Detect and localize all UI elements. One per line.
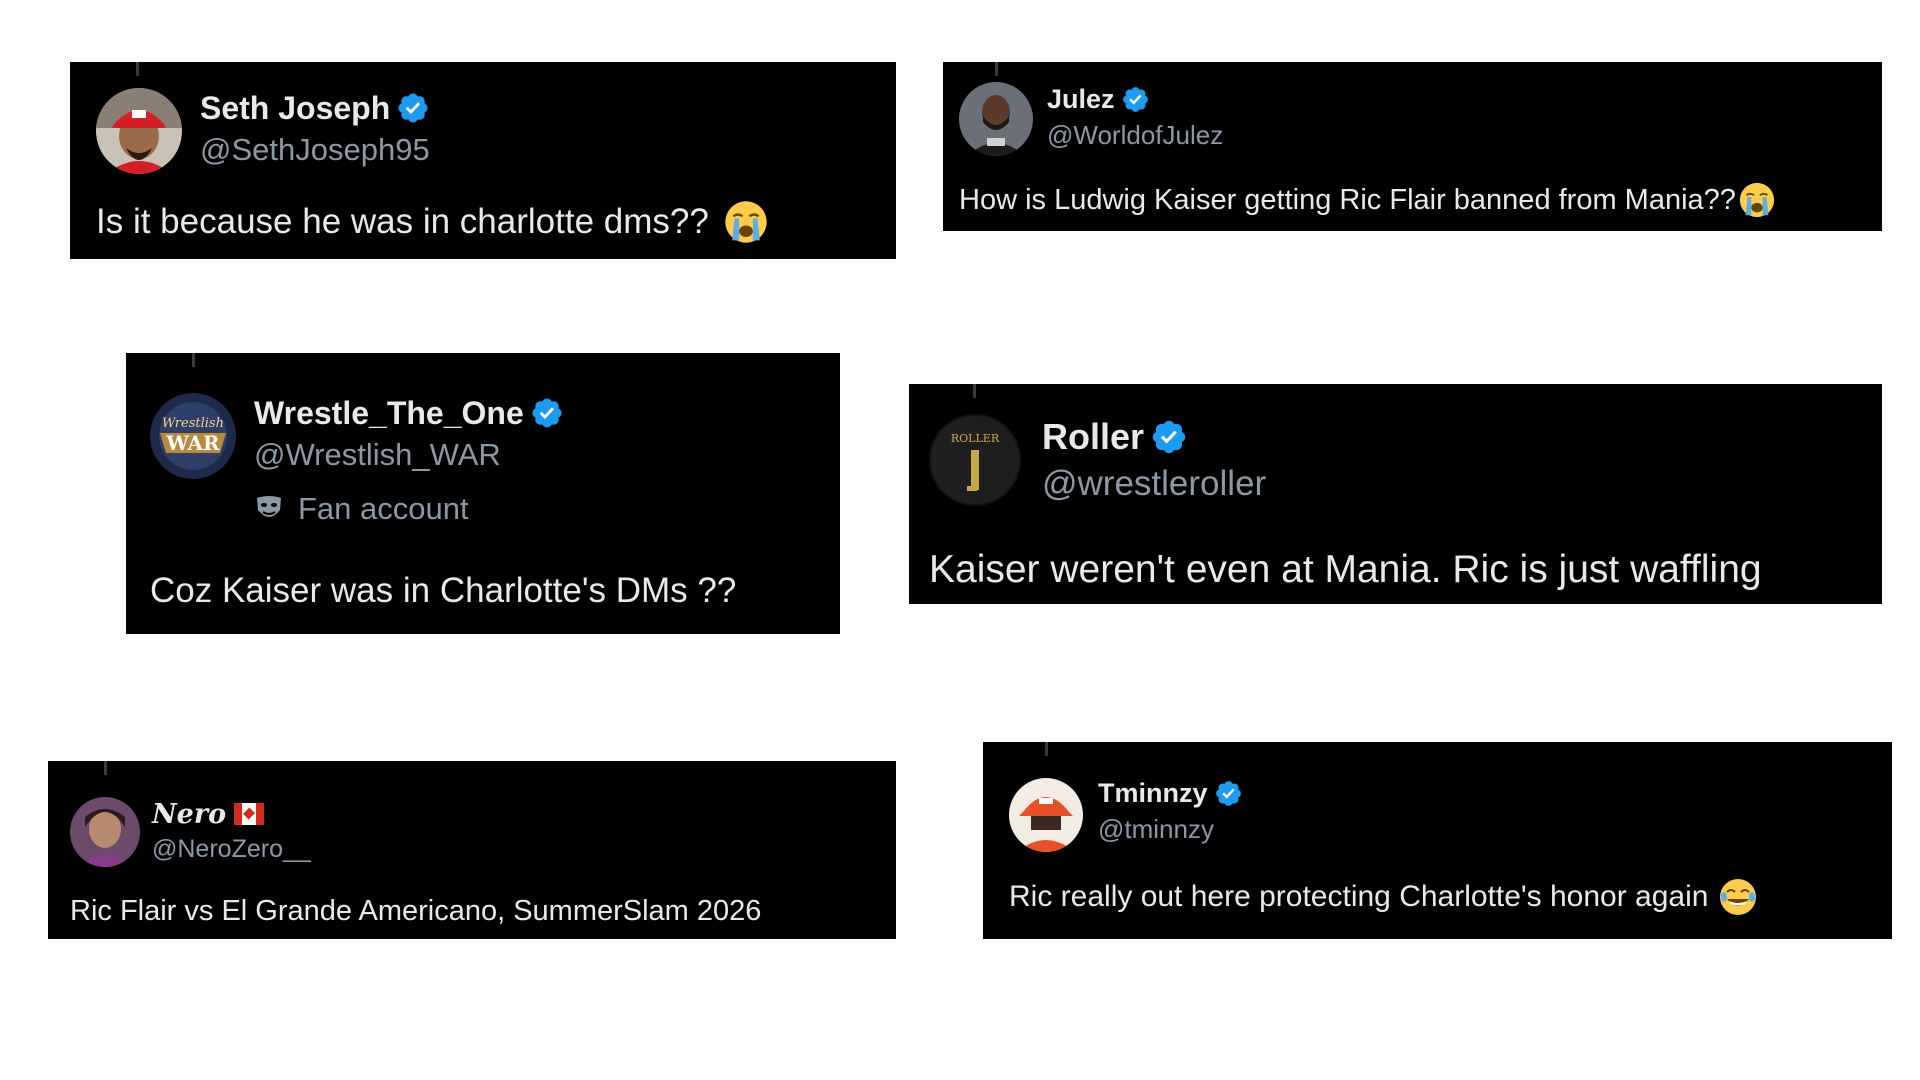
verified-badge-icon	[530, 396, 564, 430]
handle[interactable]: @NeroZero__	[152, 835, 311, 864]
thread-line	[973, 384, 976, 398]
tweet-text: How is Ludwig Kaiser getting Ric Flair b…	[959, 180, 1776, 220]
display-name[interactable]: Roller	[1042, 416, 1144, 458]
name-row: Wrestle_The_One	[254, 393, 564, 433]
tweet-card-tminnzy[interactable]: Tminnzy @tminnzy Ric really out here pro…	[983, 742, 1892, 939]
handle[interactable]: @WorldofJulez	[1047, 120, 1223, 151]
tweet-card-julez[interactable]: Julez @WorldofJulez How is Ludwig Kaiser…	[943, 62, 1882, 231]
tweet-body: Coz Kaiser was in Charlotte's DMs ??	[150, 571, 737, 610]
tweet-text: Kaiser weren't even at Mania. Ric is jus…	[929, 544, 1762, 596]
anime-character-avatar-icon	[70, 797, 140, 867]
avatar-seth-joseph[interactable]	[96, 88, 182, 174]
bearded-man-avatar-icon	[959, 82, 1033, 156]
avatar-nero[interactable]	[70, 797, 140, 867]
handle[interactable]: @wrestleroller	[1042, 464, 1266, 504]
name-row: Roller	[1042, 414, 1188, 460]
roller-logo-icon: ROLLER	[929, 414, 1021, 506]
verified-badge-icon	[396, 91, 430, 125]
orange-cap-avatar-icon	[1009, 778, 1083, 852]
svg-text:ROLLER: ROLLER	[951, 432, 1000, 445]
display-name[interactable]: Nero	[152, 799, 226, 830]
tweet-text: Ric really out here protecting Charlotte…	[1009, 876, 1758, 918]
avatar-roller[interactable]: ROLLER	[929, 414, 1021, 506]
display-name[interactable]: Wrestle_The_One	[254, 395, 524, 432]
svg-text:WAR: WAR	[165, 431, 220, 455]
thread-line	[136, 62, 139, 76]
verified-badge-icon	[1121, 85, 1150, 114]
red-cap-man-avatar-icon	[96, 88, 182, 174]
verified-badge-icon	[1214, 779, 1243, 808]
handle[interactable]: @Wrestlish_WAR	[254, 437, 501, 473]
thread-line	[995, 62, 998, 76]
svg-text:Wrestlish: Wrestlish	[162, 416, 224, 431]
display-name[interactable]: Julez	[1047, 84, 1115, 115]
canada-flag-icon	[234, 803, 265, 825]
tweet-body: Kaiser weren't even at Mania. Ric is jus…	[929, 548, 1762, 591]
handle[interactable]: @SethJoseph95	[200, 132, 430, 168]
name-row: Julez	[1047, 82, 1150, 116]
avatar-julez[interactable]	[959, 82, 1033, 156]
avatar-tminnzy[interactable]	[1009, 778, 1083, 852]
tweet-text: Coz Kaiser was in Charlotte's DMs ??	[150, 567, 736, 615]
display-name[interactable]: Tminnzy	[1098, 778, 1208, 809]
name-row: Nero	[152, 797, 265, 831]
fan-account-text: Fan account	[298, 491, 469, 526]
thread-line	[104, 761, 107, 775]
thread-line	[192, 353, 195, 367]
handle[interactable]: @tminnzy	[1098, 814, 1214, 845]
tweet-body: Ric Flair vs El Grande Americano, Summer…	[70, 894, 762, 927]
tweet-body: Is it because he was in charlotte dms??	[96, 202, 709, 241]
loudly-crying-face-icon	[1738, 181, 1776, 219]
tweet-card-wrestle-the-one[interactable]: Wrestlish WAR Wrestle_The_One @Wrestlish…	[126, 353, 840, 634]
avatar-wrestlish-war[interactable]: Wrestlish WAR	[150, 393, 236, 479]
thread-line	[1045, 742, 1048, 756]
face-with-tears-of-joy-icon	[1718, 877, 1758, 917]
wrestlish-war-logo-icon: Wrestlish WAR	[150, 393, 236, 479]
theater-mask-icon	[254, 494, 284, 524]
name-row: Seth Joseph	[200, 88, 430, 128]
tweet-body: Ric really out here protecting Charlotte…	[1009, 880, 1709, 913]
tweet-text: Ric Flair vs El Grande Americano, Summer…	[70, 891, 761, 931]
fan-account-label: Fan account	[254, 489, 469, 529]
tweet-body: How is Ludwig Kaiser getting Ric Flair b…	[959, 183, 1736, 216]
tweet-card-nero[interactable]: Nero @NeroZero__ Ric Flair vs El Grande …	[48, 761, 896, 939]
loudly-crying-face-icon	[723, 199, 769, 245]
tweet-text: Is it because he was in charlotte dms??	[96, 198, 769, 246]
tweet-card-seth-joseph[interactable]: Seth Joseph @SethJoseph95 Is it because …	[70, 62, 896, 259]
tweet-card-roller[interactable]: ROLLER Roller @wrestleroller Kaiser were…	[909, 384, 1882, 604]
name-row: Tminnzy	[1098, 776, 1243, 810]
verified-badge-icon	[1150, 418, 1188, 456]
display-name[interactable]: Seth Joseph	[200, 90, 390, 127]
